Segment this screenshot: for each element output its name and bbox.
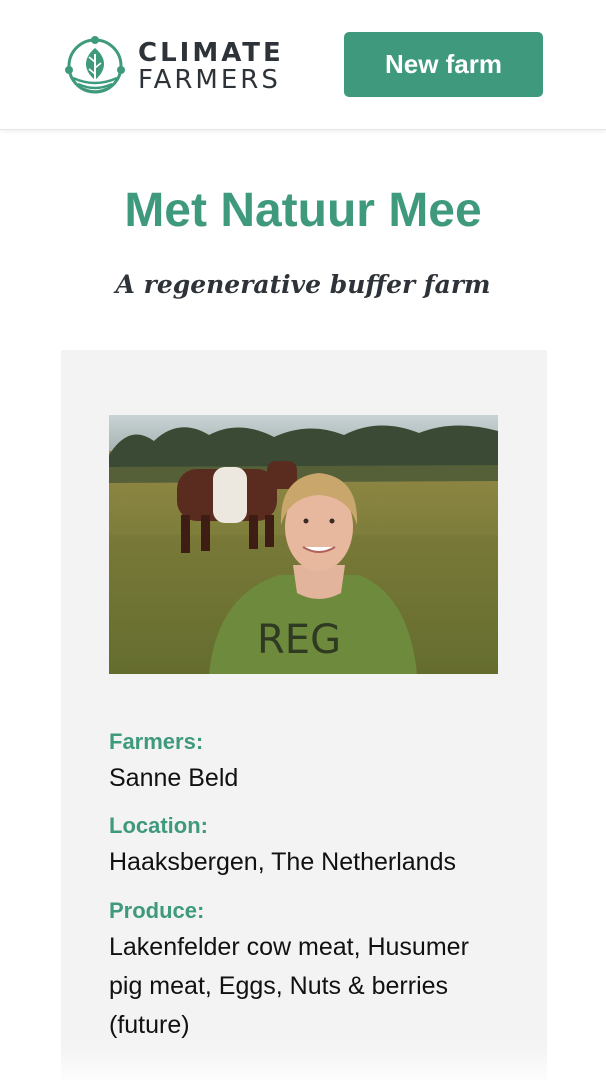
leaf-circle-logo-icon bbox=[65, 36, 125, 94]
new-farm-button[interactable]: New farm bbox=[344, 32, 543, 97]
farm-tagline: A regenerative buffer farm bbox=[115, 270, 491, 299]
climate-farmers-logo[interactable]: CLIMATE FARMERS bbox=[64, 34, 304, 98]
farmers-label: Farmers: bbox=[109, 729, 204, 754]
farm-title: Met Natuur Mee bbox=[124, 184, 482, 237]
svg-text:REG: REG bbox=[257, 617, 341, 663]
produce-label: Produce: bbox=[109, 898, 205, 923]
site-header: CLIMATE FARMERS New farm bbox=[0, 0, 606, 130]
logo-line-farmers: FARMERS bbox=[138, 65, 281, 95]
logo-line-climate: CLIMATE bbox=[138, 38, 284, 68]
bottom-fade bbox=[0, 1045, 606, 1080]
farmer-photo-icon: REG bbox=[109, 415, 498, 674]
farmers-value: Sanne Beld bbox=[109, 764, 239, 792]
location-value: Haaksbergen, The Netherlands bbox=[109, 848, 456, 876]
location-label: Location: bbox=[109, 813, 208, 838]
produce-value: Lakenfelder cow meat, Husumer pig meat, … bbox=[109, 933, 469, 1039]
logo-wordmark: CLIMATE FARMERS bbox=[138, 40, 284, 93]
farm-info-card: REG Farmers: Sanne Beld Location: Haaksb… bbox=[61, 350, 547, 1080]
